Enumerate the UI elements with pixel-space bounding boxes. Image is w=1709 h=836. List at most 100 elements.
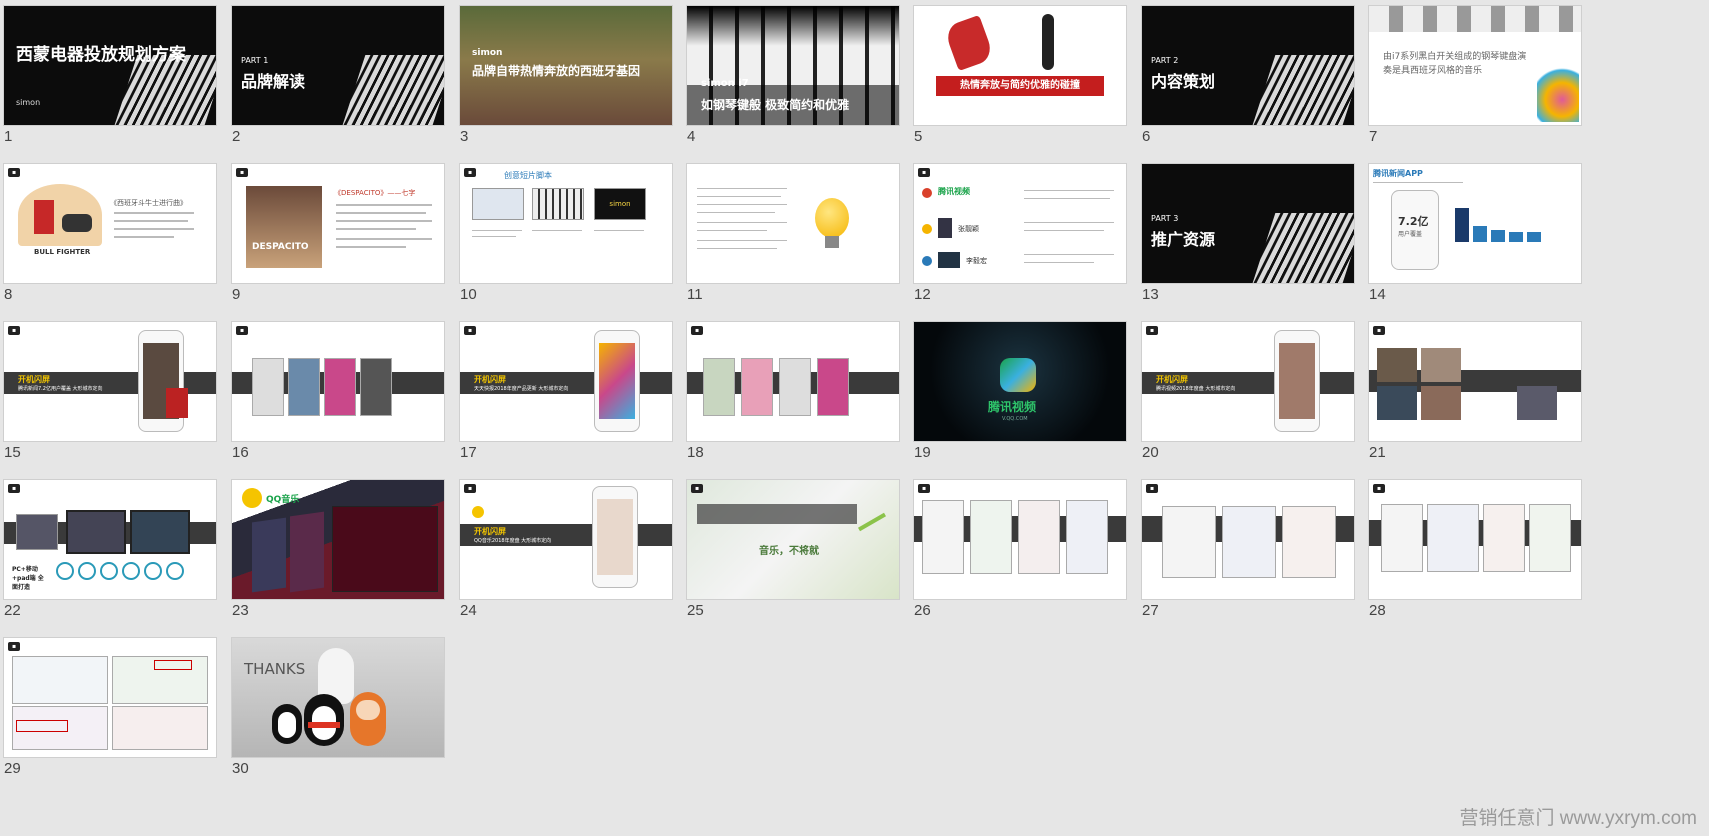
slide-21-thumbnail[interactable]: ▪	[1369, 322, 1581, 441]
slide-number: 26	[914, 602, 931, 619]
slide-8-thumbnail[interactable]: ▪ BULL FIGHTER 《西班牙斗牛士进行曲》	[4, 164, 216, 283]
slide-4[interactable]: simon i7 如钢琴键般 极致简约和优雅 4	[687, 6, 899, 145]
slide-18-thumbnail[interactable]: ▪	[687, 322, 899, 441]
slide-5[interactable]: 热情奔放与简约优雅的碰撞 5	[914, 6, 1126, 145]
slide-number: 1	[4, 128, 13, 145]
slide-16[interactable]: ▪ 16	[232, 322, 444, 461]
slide-21[interactable]: ▪ 21	[1369, 322, 1581, 461]
video-thumb-2	[1421, 348, 1461, 382]
thanks-text: THANKS	[244, 660, 306, 678]
slide-16-thumbnail[interactable]: ▪	[232, 322, 444, 441]
slide-6-thumbnail[interactable]: PART 2 内容策划	[1142, 6, 1354, 125]
section-tag: ▪	[8, 168, 21, 177]
slide-29[interactable]: ▪ 29	[4, 638, 216, 777]
ad-creative-2	[741, 358, 773, 416]
slide-23-thumbnail[interactable]: QQ音乐	[232, 480, 444, 599]
watermark: 营销任意门 www.yxrym.com	[1459, 808, 1697, 829]
slide-14-thumbnail[interactable]: 腾讯新闻APP 7.2亿 用户覆盖	[1369, 164, 1581, 283]
webpage-screenshot-3	[1483, 504, 1525, 572]
slide-14[interactable]: 腾讯新闻APP 7.2亿 用户覆盖 14	[1369, 164, 1581, 303]
band-subtitle: 天天快报2018年度产品更新 大形城市定向	[474, 386, 569, 392]
webpage-screenshot-4	[112, 706, 208, 750]
piano-image	[114, 55, 216, 125]
slide-26-thumbnail[interactable]: ▪	[914, 480, 1126, 599]
slide-17[interactable]: ▪ 开机闪屏 天天快报2018年度产品更新 大形城市定向 17	[460, 322, 672, 461]
qq-music-icon	[472, 506, 484, 518]
artist-name-2: 李毅宏	[966, 257, 987, 265]
webpage-screenshot-4	[1066, 500, 1108, 574]
bar-3	[1491, 230, 1505, 242]
band-subtitle: 腾讯视频2018年度盘 大形城市定向	[1156, 386, 1236, 392]
slide-23[interactable]: QQ音乐 23	[232, 480, 444, 619]
slide-27[interactable]: ▪ 27	[1142, 480, 1354, 619]
storyboard-frame-3: simon	[594, 188, 646, 220]
slide-30-thumbnail[interactable]: THANKS	[232, 638, 444, 757]
slide-4-thumbnail[interactable]: simon i7 如钢琴键般 极致简约和优雅	[687, 6, 899, 125]
bottom-text: PC+移动+pad端 全面打造	[12, 566, 44, 591]
slide-6[interactable]: PART 2 内容策划 6	[1142, 6, 1354, 145]
lightbulb-icon	[815, 198, 849, 238]
slide-5-thumbnail[interactable]: 热情奔放与简约优雅的碰撞	[914, 6, 1126, 125]
slide-number: 11	[687, 286, 703, 303]
slide-3-thumbnail[interactable]: simon 品牌自带热情奔放的西班牙基因	[460, 6, 672, 125]
slide-18[interactable]: ▪ 18	[687, 322, 899, 461]
slide-2-thumbnail[interactable]: PART 1 品牌解读	[232, 6, 444, 125]
part-label: PART 2	[1151, 56, 1179, 65]
slide-26[interactable]: ▪ 26	[914, 480, 1126, 619]
slide-12-thumbnail[interactable]: ▪ 腾讯视频 张靓颖 李毅宏	[914, 164, 1126, 283]
brand-logo: simon	[16, 98, 41, 107]
slide-28[interactable]: ▪ 28	[1369, 480, 1581, 619]
slide-24[interactable]: ▪ 开机闪屏 QQ音乐2018年度盘 大形城市定向 24	[460, 480, 672, 619]
slide-number: 24	[460, 602, 477, 619]
slide-7-thumbnail[interactable]: 由i7系列黑白开关组成的钢琴键盘演奏是具西班牙风格的音乐	[1369, 6, 1581, 125]
slide-20-thumbnail[interactable]: ▪ 开机闪屏 腾讯视频2018年度盘 大形城市定向	[1142, 322, 1354, 441]
stat-circle-1	[56, 562, 74, 580]
slide-15[interactable]: ▪ 开机闪屏 腾讯新闻7.2亿用户覆盖 大形城市定向 15	[4, 322, 216, 461]
slide-25-thumbnail[interactable]: ▪ 音乐，不将就	[687, 480, 899, 599]
slide-9-thumbnail[interactable]: ▪ DESPACITO 《DESPACITO》——七字	[232, 164, 444, 283]
highlight-box	[16, 720, 68, 732]
slide-7[interactable]: 由i7系列黑白开关组成的钢琴键盘演奏是具西班牙风格的音乐 7	[1369, 6, 1581, 145]
slide-1-thumbnail[interactable]: 西蒙电器投放规划方案 simon	[4, 6, 216, 125]
slide-11-thumbnail[interactable]	[687, 164, 899, 283]
slide-28-thumbnail[interactable]: ▪	[1369, 480, 1581, 599]
slide-10-thumbnail[interactable]: ▪ 创意短片脚本 simon	[460, 164, 672, 283]
band-subtitle: QQ音乐2018年度盘 大形城市定向	[474, 538, 552, 544]
slide-20[interactable]: ▪ 开机闪屏 腾讯视频2018年度盘 大形城市定向 20	[1142, 322, 1354, 461]
band-title: 开机闪屏	[474, 527, 506, 536]
slide-10[interactable]: ▪ 创意短片脚本 simon 10	[460, 164, 672, 303]
slide-1[interactable]: 西蒙电器投放规划方案 simon 1	[4, 6, 216, 145]
slide-19[interactable]: 腾讯视频 V.QQ.COM 19	[914, 322, 1126, 461]
slide-13-thumbnail[interactable]: PART 3 推广资源	[1142, 164, 1354, 283]
slide-25[interactable]: ▪ 音乐，不将就 25	[687, 480, 899, 619]
slide-number: 3	[460, 128, 469, 145]
slide-12[interactable]: ▪ 腾讯视频 张靓颖 李毅宏 12	[914, 164, 1126, 303]
slide-number: 14	[1369, 286, 1386, 303]
slide-22-thumbnail[interactable]: ▪ PC+移动+pad端 全面打造	[4, 480, 216, 599]
slide-19-thumbnail[interactable]: 腾讯视频 V.QQ.COM	[914, 322, 1126, 441]
section-tag: ▪	[236, 168, 249, 177]
slide-15-thumbnail[interactable]: ▪ 开机闪屏 腾讯新闻7.2亿用户覆盖 大形城市定向	[4, 322, 216, 441]
slide-30[interactable]: THANKS 30	[232, 638, 444, 777]
slide-number: 9	[232, 286, 241, 303]
slide-13[interactable]: PART 3 推广资源 13	[1142, 164, 1354, 303]
slide-22[interactable]: ▪ PC+移动+pad端 全面打造 22	[4, 480, 216, 619]
phone-mockup	[1274, 330, 1320, 432]
slide-9[interactable]: ▪ DESPACITO 《DESPACITO》——七字 9	[232, 164, 444, 303]
slide-2[interactable]: PART 1 品牌解读 2	[232, 6, 444, 145]
slide-17-thumbnail[interactable]: ▪ 开机闪屏 天天快报2018年度产品更新 大形城市定向	[460, 322, 672, 441]
slide-banner: 热情奔放与简约优雅的碰撞	[936, 76, 1104, 96]
slide-8[interactable]: ▪ BULL FIGHTER 《西班牙斗牛士进行曲》 8	[4, 164, 216, 303]
slide-number: 2	[232, 128, 241, 145]
section-tag: ▪	[8, 484, 21, 493]
slide-3[interactable]: simon 品牌自带热情奔放的西班牙基因 3	[460, 6, 672, 145]
bar-1	[1455, 208, 1469, 242]
section-tag: ▪	[464, 484, 477, 493]
slide-11[interactable]: 11	[687, 164, 899, 303]
slide-29-thumbnail[interactable]: ▪	[4, 638, 216, 757]
slide-24-thumbnail[interactable]: ▪ 开机闪屏 QQ音乐2018年度盘 大形城市定向	[460, 480, 672, 599]
section-tag: ▪	[464, 168, 477, 177]
slide-27-thumbnail[interactable]: ▪	[1142, 480, 1354, 599]
qq-music-icon	[242, 488, 262, 508]
slide-title: 推广资源	[1151, 230, 1216, 249]
